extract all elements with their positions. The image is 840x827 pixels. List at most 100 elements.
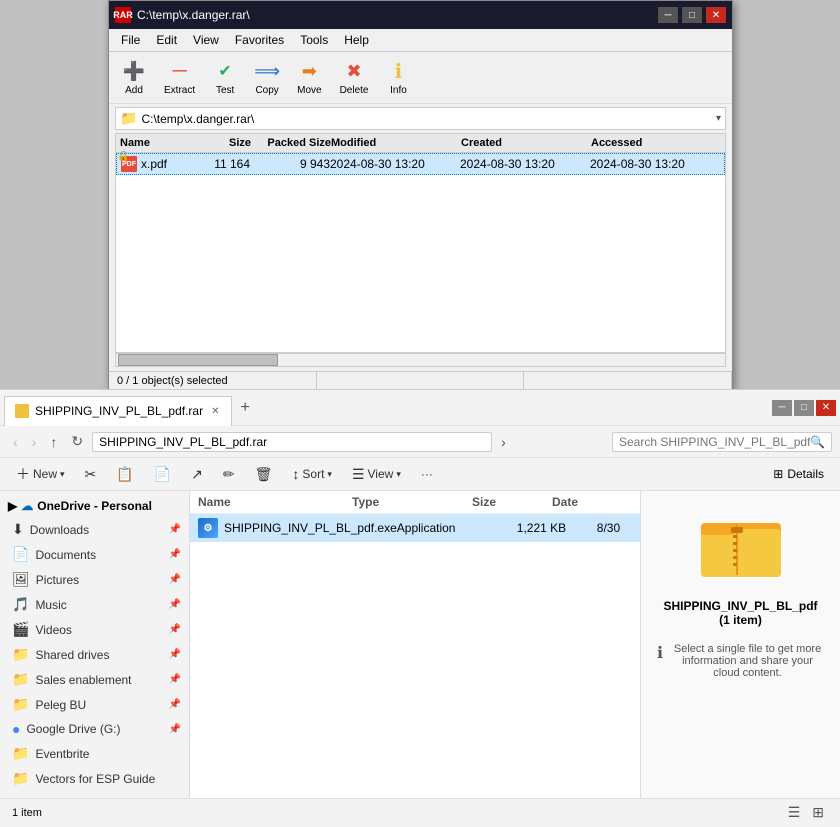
new-button[interactable]: ＋ New ▾ xyxy=(8,461,73,487)
toolbar-info-label: Info xyxy=(390,85,407,96)
nav-back-button[interactable]: ‹ xyxy=(8,431,23,453)
sidebar-section-expand-icon: ▶ xyxy=(8,499,17,513)
view-toggle-buttons: ☰ ⊞ xyxy=(784,802,828,823)
nav-forward-button[interactable]: › xyxy=(27,431,42,453)
copy-button[interactable]: 📋 xyxy=(108,463,141,486)
content-col-size[interactable]: Size xyxy=(472,495,552,509)
share-button[interactable]: ↗ xyxy=(183,463,211,486)
explorer-tab-active[interactable]: SHIPPING_INV_PL_BL_pdf.rar ✕ xyxy=(4,396,232,426)
winrar-minimize-button[interactable]: ─ xyxy=(658,7,678,23)
content-col-name[interactable]: Name xyxy=(198,495,352,509)
sidebar-item-peleg[interactable]: 📁 Peleg BU 📌 xyxy=(0,692,189,717)
menu-help[interactable]: Help xyxy=(336,31,377,49)
grid-view-button[interactable]: ⊞ xyxy=(808,802,828,823)
file-size: 11 164 xyxy=(170,157,250,171)
tab-close-button[interactable]: ✕ xyxy=(209,405,221,418)
sidebar-item-downloads[interactable]: ⬇ Downloads 📌 xyxy=(0,517,189,542)
winrar-restore-button[interactable]: □ xyxy=(682,7,702,23)
toolbar-move-button[interactable]: ➡ Move xyxy=(290,56,328,99)
sidebar-item-eventbrite[interactable]: 📁 Eventbrite xyxy=(0,741,189,766)
menu-file[interactable]: File xyxy=(113,31,148,49)
addressbar-dropdown-icon[interactable]: ▾ xyxy=(716,113,721,124)
sales-icon: 📁 xyxy=(12,671,29,688)
col-accessed[interactable]: Accessed xyxy=(591,137,721,149)
sidebar-item-documents[interactable]: 📄 Documents 📌 xyxy=(0,542,189,567)
toolbar-add-button[interactable]: ➕ Add xyxy=(115,56,153,99)
winrar-addressbar[interactable]: 📁 C:\temp\x.danger.rar\ ▾ xyxy=(115,107,726,130)
toolbar-delete-button[interactable]: ✖ Delete xyxy=(333,56,376,99)
col-created[interactable]: Created xyxy=(461,137,591,149)
info-icon: ℹ xyxy=(386,59,410,83)
explorer-minimize-button[interactable]: ─ xyxy=(772,400,792,416)
sidebar-item-pictures[interactable]: 🖼 Pictures 📌 xyxy=(0,567,189,592)
explorer-search-box[interactable]: 🔍 xyxy=(612,432,832,452)
scrollbar-thumb[interactable] xyxy=(118,354,278,366)
sidebar-item-vectors[interactable]: 📁 Vectors for ESP Guide xyxy=(0,766,189,791)
winrar-horizontal-scrollbar[interactable] xyxy=(115,353,726,367)
nav-up-button[interactable]: ↑ xyxy=(45,431,62,453)
explorer-main: ▶ ☁ OneDrive - Personal ⬇ Downloads 📌 📄 … xyxy=(0,491,840,798)
sidebar-videos-label: Videos xyxy=(35,623,162,637)
view-button[interactable]: ☰ View ▾ xyxy=(344,463,409,486)
explorer-restore-button[interactable]: □ xyxy=(794,400,814,416)
col-size[interactable]: Size xyxy=(171,137,251,149)
toolbar-extract-button[interactable]: ─ Extract xyxy=(157,56,202,99)
sidebar-eventbrite-label: Eventbrite xyxy=(35,747,181,761)
sidebar-section-header[interactable]: ▶ ☁ OneDrive - Personal xyxy=(0,495,189,517)
winrar-close-button[interactable]: ✕ xyxy=(706,7,726,23)
cut-button[interactable]: ✂ xyxy=(77,463,105,486)
explorer-addressbar[interactable]: SHIPPING_INV_PL_BL_pdf.rar xyxy=(92,432,492,452)
sort-button[interactable]: ↕ Sort ▾ xyxy=(284,463,340,485)
nav-breadcrumb-expand-button[interactable]: › xyxy=(496,431,511,453)
explorer-close-button[interactable]: ✕ xyxy=(816,400,836,416)
content-col-date[interactable]: Date xyxy=(552,495,632,509)
toolbar-test-button[interactable]: ✔ Test xyxy=(206,56,244,99)
sales-pin-icon: 📌 xyxy=(169,674,181,685)
explorer-tabbar: SHIPPING_INV_PL_BL_pdf.rar ✕ + ─ □ ✕ xyxy=(0,390,840,426)
col-modified[interactable]: Modified xyxy=(331,137,461,149)
gdrive-pin-icon: 📌 xyxy=(169,724,181,735)
sidebar-item-music[interactable]: 🎵 Music 📌 xyxy=(0,592,189,617)
toolbar-copy-button[interactable]: ⟹ Copy xyxy=(248,56,286,99)
peleg-icon: 📁 xyxy=(12,696,29,713)
menu-edit[interactable]: Edit xyxy=(148,31,185,49)
tab-title: SHIPPING_INV_PL_BL_pdf.rar xyxy=(35,404,203,418)
view-icon: ☰ xyxy=(352,466,365,483)
menu-view[interactable]: View xyxy=(185,31,227,49)
search-icon[interactable]: 🔍 xyxy=(810,435,825,449)
menu-tools[interactable]: Tools xyxy=(292,31,336,49)
winrar-titlebar: RAR C:\temp\x.danger.rar\ ─ □ ✕ xyxy=(109,1,732,29)
more-options-button[interactable]: ··· xyxy=(413,464,441,484)
details-panel-button[interactable]: ⊞ Details xyxy=(765,464,832,484)
content-header: Name Type Size Date xyxy=(190,491,640,514)
search-input[interactable] xyxy=(619,435,810,449)
nav-refresh-button[interactable]: ↻ xyxy=(66,430,88,453)
sidebar-vectors-label: Vectors for ESP Guide xyxy=(35,772,181,786)
sort-dropdown-icon: ▾ xyxy=(327,469,332,480)
sidebar-item-shared-drives[interactable]: 📁 Shared drives 📌 xyxy=(0,642,189,667)
zip-folder-svg xyxy=(701,507,781,577)
table-row[interactable]: 🔒 PDF x.pdf 11 164 9 943 2024-08-30 13:2… xyxy=(116,153,725,175)
list-view-button[interactable]: ☰ xyxy=(784,802,805,823)
col-packed-size[interactable]: Packed Size xyxy=(251,137,331,149)
col-name[interactable]: Name xyxy=(120,137,171,149)
content-file-type: Application xyxy=(397,521,517,535)
content-col-type[interactable]: Type xyxy=(352,495,472,509)
new-tab-button[interactable]: + xyxy=(232,395,257,421)
documents-pin-icon: 📌 xyxy=(169,549,181,560)
shared-drives-icon: 📁 xyxy=(12,646,29,663)
toolbar-info-button[interactable]: ℹ Info xyxy=(379,56,417,99)
move-icon: ➡ xyxy=(297,59,321,83)
sidebar-item-gdrive[interactable]: ● Google Drive (G:) 📌 xyxy=(0,717,189,741)
detail-folder-icon xyxy=(701,507,781,587)
sidebar-item-sales[interactable]: 📁 Sales enablement 📌 xyxy=(0,667,189,692)
tab-folder-icon xyxy=(15,404,29,418)
table-row[interactable]: ⚙ SHIPPING_INV_PL_BL_pdf.exe Application… xyxy=(190,514,640,542)
sidebar-item-videos[interactable]: 🎬 Videos 📌 xyxy=(0,617,189,642)
rename-button[interactable]: ✏ xyxy=(215,463,243,486)
sidebar-downloads-label: Downloads xyxy=(30,523,163,537)
paste-button[interactable]: 📄 xyxy=(146,463,179,486)
winrar-menubar: File Edit View Favorites Tools Help xyxy=(109,29,732,52)
delete-cmd-button[interactable]: 🗑 xyxy=(247,463,281,486)
menu-favorites[interactable]: Favorites xyxy=(227,31,292,49)
